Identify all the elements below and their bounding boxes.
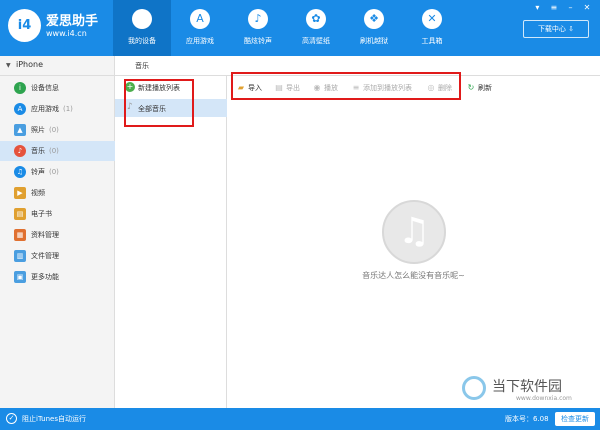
- download-center-button[interactable]: 下载中心 ⇩: [523, 20, 589, 38]
- nav-label: 工具箱: [421, 37, 443, 45]
- nav-label: 高清壁纸: [302, 37, 330, 45]
- book-icon: ▤: [14, 208, 26, 220]
- dropbox-icon: ❖: [364, 9, 384, 29]
- device-name: iPhone: [16, 60, 44, 69]
- sidebar-item-apps[interactable]: A 应用游戏 (1): [0, 99, 115, 119]
- sidebar-item-file-management[interactable]: ▥ 文件管理: [0, 246, 115, 266]
- app-url: www.i4.cn: [46, 29, 87, 38]
- sidebar-item-label: 电子书: [31, 210, 52, 218]
- download-icon: ⇩: [568, 25, 575, 33]
- app-name: 爱思助手: [46, 14, 99, 29]
- nav-flash-jailbreak[interactable]: ❖ 刷机越狱: [345, 0, 403, 56]
- minimize-icon[interactable]: –: [563, 3, 577, 12]
- sidebar-item-label: 视频: [31, 189, 45, 197]
- sidebar-item-count: (1): [63, 105, 73, 113]
- sidebar-item-label: 文件管理: [31, 252, 59, 260]
- status-bar: ✓ 阻止iTunes自动运行 版本号：6.08 检查更新: [0, 408, 600, 430]
- sidebar-item-ringtones[interactable]: ♫ 铃声 (0): [0, 162, 115, 182]
- watermark-name: 当下软件园: [492, 379, 562, 395]
- video-icon: ▶: [14, 187, 26, 199]
- caret-down-icon: ▼: [6, 62, 11, 69]
- sidebar-item-count: (0): [49, 147, 59, 155]
- app-logo: i4 爱思助手 www.i4.cn: [8, 9, 118, 43]
- nav-apps-games[interactable]: A 应用游戏: [171, 0, 229, 56]
- sidebar-item-more[interactable]: ▣ 更多功能: [0, 267, 115, 287]
- sidebar-item-ebooks[interactable]: ▤ 电子书: [0, 204, 115, 224]
- shirt-icon[interactable]: ▾: [530, 3, 544, 12]
- version-text: 版本号：6.08: [505, 415, 549, 423]
- nav-my-device[interactable]: 我的设备: [113, 0, 171, 56]
- sidebar: ▼ iPhone i 设备信息 A 应用游戏 (1) ▲ 照片 (0) ♪ 音乐 (0…: [0, 56, 115, 408]
- sidebar-item-label: 设备信息: [31, 84, 59, 92]
- sidebar-item-label: 资料管理: [31, 231, 59, 239]
- nav-ringtones[interactable]: ♪ 酷炫铃声: [229, 0, 287, 56]
- info-icon: i: [14, 82, 26, 94]
- nav-label: 酷炫铃声: [244, 37, 272, 45]
- sidebar-item-device-info[interactable]: i 设备信息: [0, 78, 115, 98]
- music-content-area: ♫ 音乐达人怎么能没有音乐呢~: [227, 100, 600, 408]
- sidebar-item-label: 应用游戏: [31, 105, 59, 113]
- contacts-icon: ▦: [14, 229, 26, 241]
- sidebar-item-label: 铃声: [31, 168, 45, 176]
- check-update-button[interactable]: 检查更新: [555, 412, 595, 426]
- highlight-box-playlists: [124, 79, 194, 127]
- file-icon: ▥: [14, 250, 26, 262]
- top-header: i4 爱思助手 www.i4.cn 我的设备 A 应用游戏 ♪ 酷炫铃声 ✿ 高…: [0, 0, 600, 56]
- watermark: 当下软件园 www.downxia.com: [462, 376, 592, 406]
- menu-icon[interactable]: ≡: [547, 3, 561, 12]
- apps-icon: A: [14, 103, 26, 115]
- app-store-icon: A: [190, 9, 210, 29]
- nav-toolbox[interactable]: ✕ 工具箱: [403, 0, 461, 56]
- watermark-url: www.downxia.com: [516, 395, 572, 402]
- window-controls: ▾ ≡ – ✕: [530, 3, 594, 12]
- bell-icon: ♪: [248, 9, 268, 29]
- tab-music[interactable]: 音乐: [135, 61, 149, 71]
- sidebar-item-label: 音乐: [31, 147, 45, 155]
- nav-wallpapers[interactable]: ✿ 高清壁纸: [287, 0, 345, 56]
- refresh-label: 刷新: [478, 84, 492, 92]
- block-itunes-label[interactable]: 阻止iTunes自动运行: [22, 414, 86, 424]
- ringtone-icon: ♫: [14, 166, 26, 178]
- sidebar-item-photos[interactable]: ▲ 照片 (0): [0, 120, 115, 140]
- close-icon[interactable]: ✕: [580, 3, 594, 12]
- block-itunes-checkbox[interactable]: ✓: [6, 413, 17, 424]
- refresh-icon: ↻: [467, 83, 475, 92]
- highlight-box-toolbar: [231, 72, 461, 100]
- flower-icon: ✿: [306, 9, 326, 29]
- sidebar-item-video[interactable]: ▶ 视频: [0, 183, 115, 203]
- photo-icon: ▲: [14, 124, 26, 136]
- sidebar-item-count: (0): [49, 126, 59, 134]
- sidebar-item-music[interactable]: ♪ 音乐 (0): [0, 141, 115, 161]
- music-icon: ♪: [14, 145, 26, 157]
- device-row[interactable]: ▼ iPhone: [0, 56, 115, 76]
- sidebar-item-count: (0): [49, 168, 59, 176]
- watermark-logo-icon: [462, 376, 486, 400]
- tools-icon: ✕: [422, 9, 442, 29]
- more-icon: ▣: [14, 271, 26, 283]
- nav-label: 应用游戏: [186, 37, 214, 45]
- sidebar-item-data-management[interactable]: ▦ 资料管理: [0, 225, 115, 245]
- nav-label: 刷机越狱: [360, 37, 388, 45]
- music-note-icon: ♫: [382, 200, 446, 264]
- logo-badge-icon: i4: [8, 9, 41, 42]
- sidebar-item-label: 照片: [31, 126, 45, 134]
- download-center-label: 下载中心: [537, 25, 566, 33]
- empty-state-text: 音乐达人怎么能没有音乐呢~: [362, 271, 465, 280]
- sidebar-item-label: 更多功能: [31, 273, 59, 281]
- nav-label: 我的设备: [128, 37, 156, 45]
- apple-icon: [132, 9, 152, 29]
